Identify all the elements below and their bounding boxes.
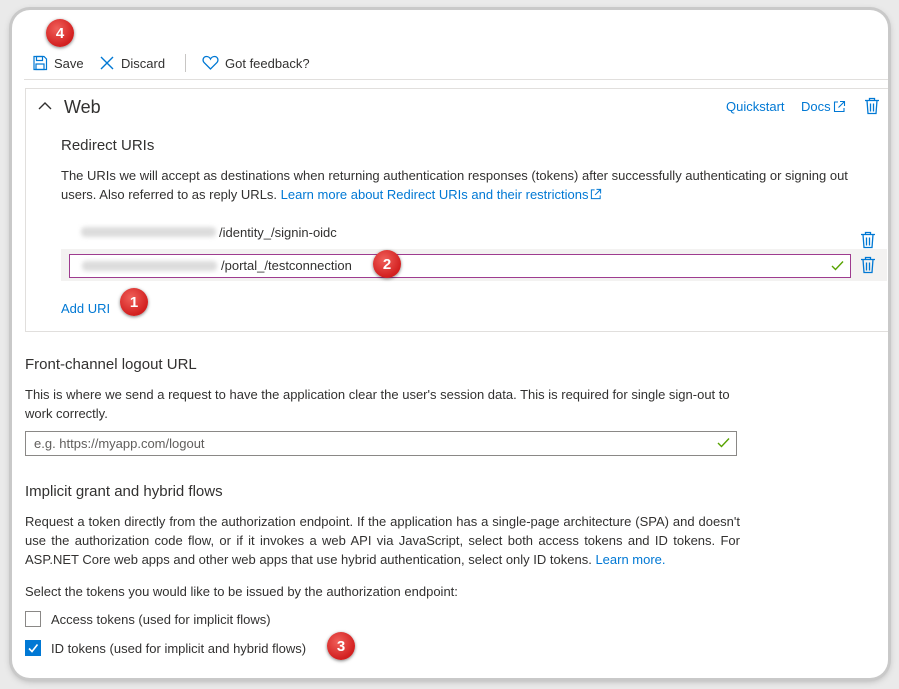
logout-url-placeholder: e.g. https://myapp.com/logout (34, 436, 205, 451)
redirect-uri-value: /identity_/signin-oidc (219, 225, 337, 240)
redacted-host (82, 261, 217, 271)
implicit-learn-more-link[interactable]: Learn more. (595, 552, 665, 567)
checkmark-icon (28, 644, 39, 653)
redirect-learn-more-label: Learn more about Redirect URIs and their… (280, 187, 589, 202)
save-label: Save (54, 55, 84, 71)
feedback-label: Got feedback? (225, 55, 310, 71)
save-button[interactable]: Save (32, 52, 84, 74)
delete-uri-icon[interactable] (860, 256, 876, 274)
quickstart-link[interactable]: Quickstart (726, 99, 785, 114)
access-tokens-option[interactable]: Access tokens (used for implicit flows) (25, 609, 271, 629)
implicit-grant-description: Request a token directly from the author… (25, 512, 740, 569)
toolbar-divider-line (24, 79, 888, 80)
logout-url-input[interactable]: e.g. https://myapp.com/logout (25, 431, 737, 456)
access-tokens-checkbox[interactable] (25, 611, 41, 627)
chevron-up-icon[interactable] (38, 101, 52, 111)
app-frame: Save Discard Got feedback? Web Quickstar… (12, 10, 888, 678)
web-platform-panel: Web Quickstart Docs Redirect URIs The UR… (25, 88, 888, 332)
check-icon (831, 261, 844, 271)
delete-uri-icon[interactable] (860, 231, 876, 249)
docs-link[interactable]: Docs (801, 99, 846, 114)
redirect-uri-input[interactable]: /portal_/testconnection (69, 254, 851, 278)
id-tokens-option[interactable]: ID tokens (used for implicit and hybrid … (25, 638, 306, 658)
redirect-uri-value: /portal_/testconnection (221, 258, 352, 273)
implicit-grant-title: Implicit grant and hybrid flows (25, 483, 223, 500)
redirect-uri-row[interactable]: /identity_/signin-oidc (61, 222, 861, 242)
external-link-icon (833, 100, 845, 113)
check-icon (717, 438, 730, 448)
redirect-uris-title: Redirect URIs (61, 137, 155, 154)
redirect-uris-description: The URIs we will accept as destinations … (61, 166, 866, 204)
callout-badge-4: 4 (46, 19, 74, 47)
access-tokens-label: Access tokens (used for implicit flows) (51, 611, 271, 627)
web-title: Web (64, 97, 101, 117)
redirect-learn-more-link[interactable]: Learn more about Redirect URIs and their… (281, 187, 603, 202)
delete-platform-icon[interactable] (864, 97, 880, 115)
toolbar-divider (185, 54, 186, 72)
external-link-icon (591, 188, 602, 200)
id-tokens-checkbox[interactable] (25, 640, 41, 656)
redacted-host (81, 227, 216, 237)
close-icon (100, 56, 114, 70)
discard-label: Discard (121, 55, 166, 71)
add-uri-link[interactable]: Add URI (61, 301, 110, 316)
redirect-uri-row-active: /portal_/testconnection (61, 249, 887, 281)
callout-badge-1: 1 (120, 288, 148, 316)
id-tokens-label: ID tokens (used for implicit and hybrid … (51, 640, 307, 656)
callout-badge-2: 2 (373, 250, 401, 278)
logout-url-description: This is where we send a request to have … (25, 387, 730, 421)
feedback-button[interactable]: Got feedback? (202, 52, 310, 74)
save-icon (33, 55, 48, 71)
discard-button[interactable]: Discard (99, 52, 165, 74)
token-select-label: Select the tokens you would like to be i… (25, 584, 458, 599)
docs-label: Docs (801, 99, 831, 114)
heart-icon (202, 55, 219, 70)
command-bar: Save Discard Got feedback? (12, 48, 888, 78)
callout-badge-3: 3 (327, 632, 355, 660)
logout-url-title: Front-channel logout URL (25, 356, 197, 373)
